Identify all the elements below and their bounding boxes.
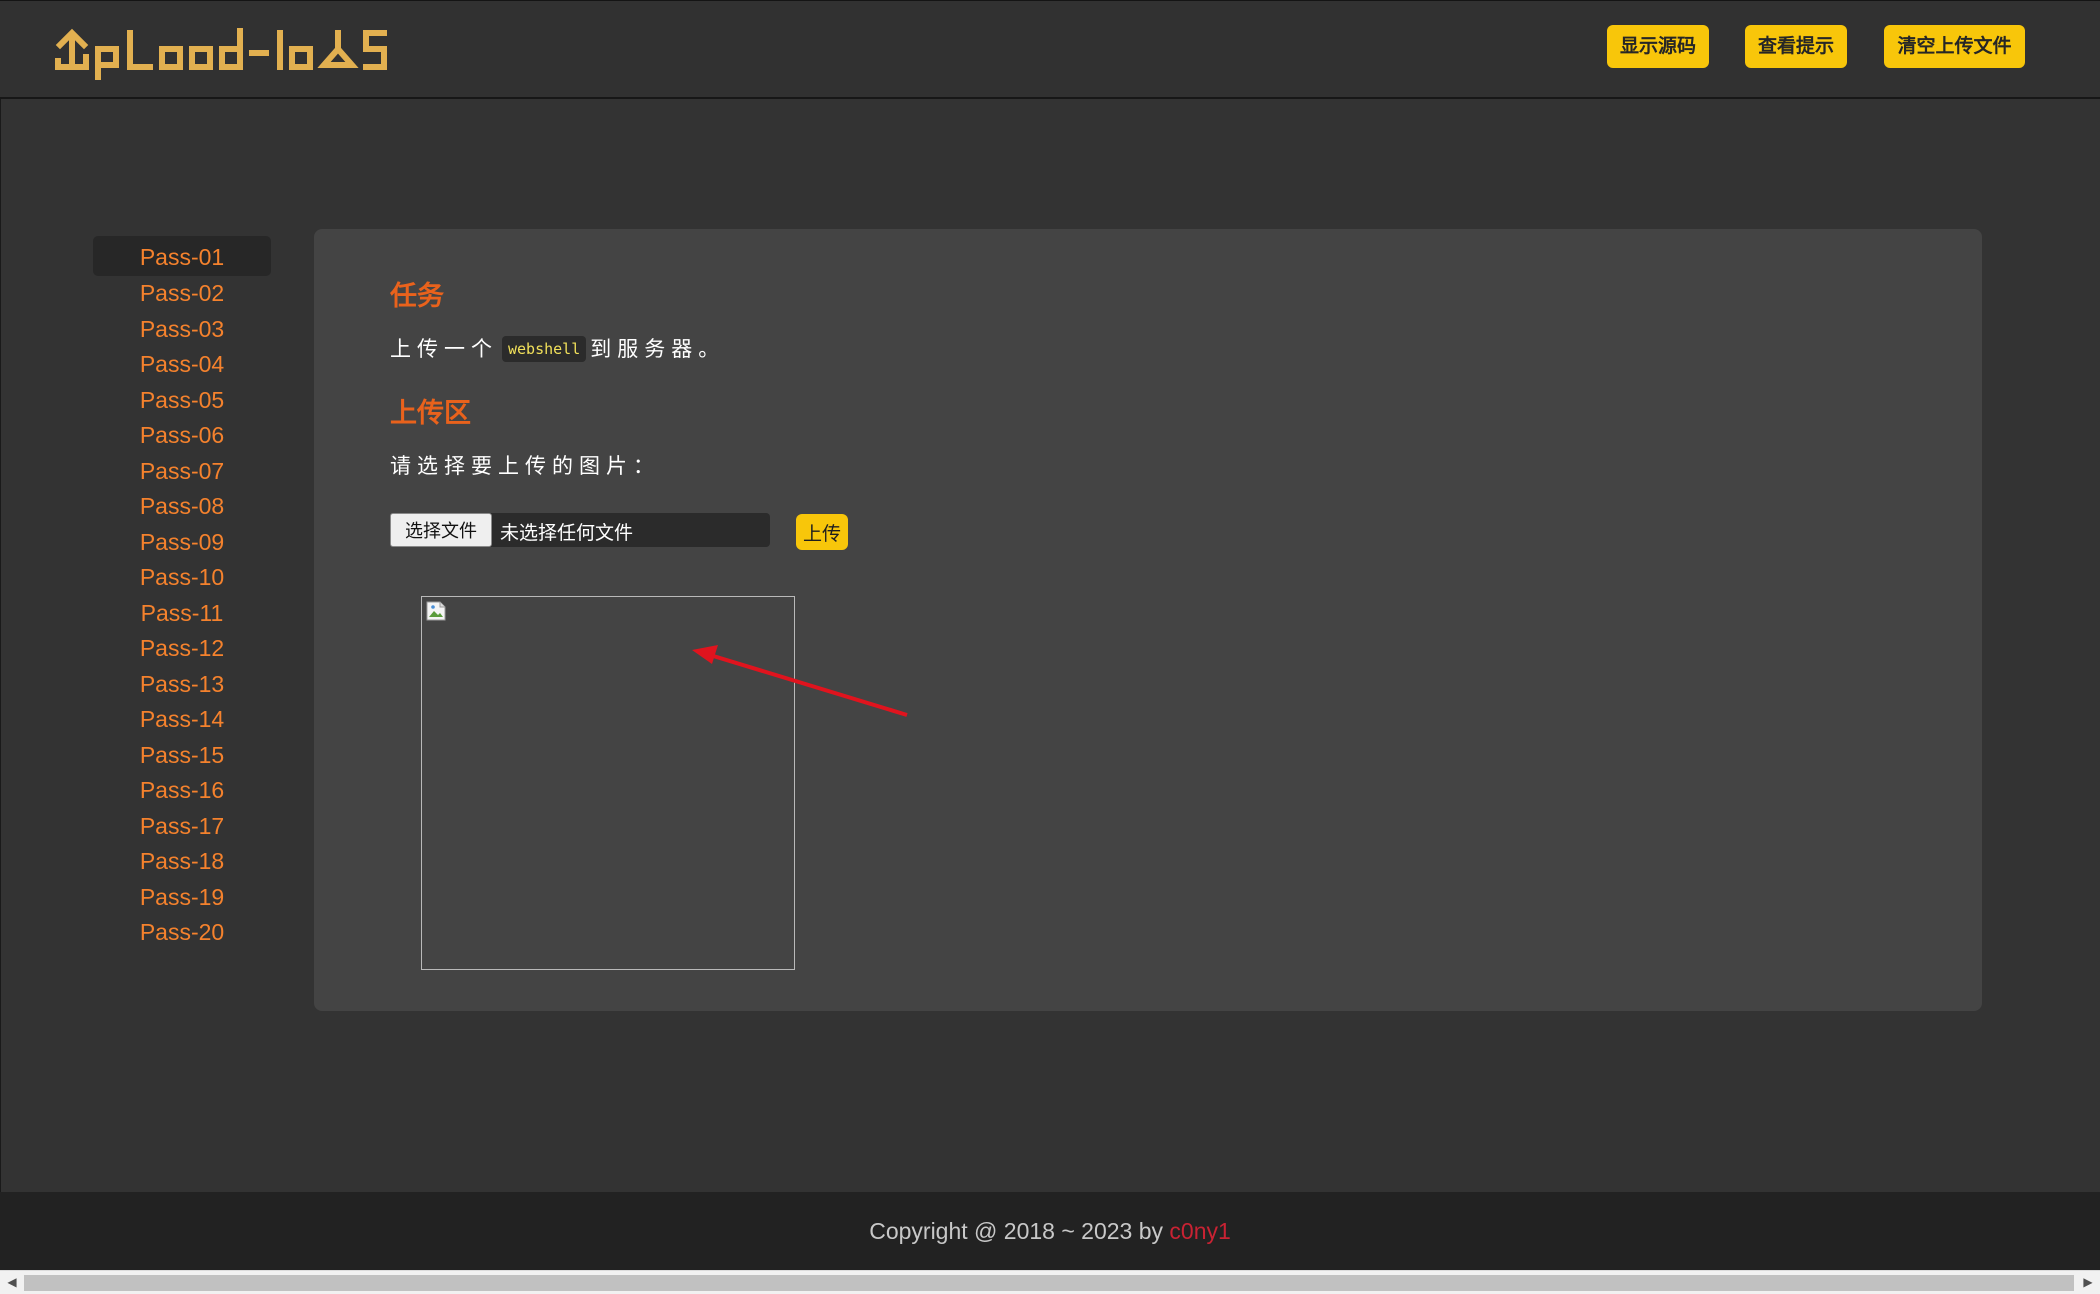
file-input[interactable]: 选择文件 未选择任何文件 — [390, 513, 770, 547]
sidebar-item-pass-04[interactable]: Pass-04 — [93, 347, 271, 383]
sidebar-item-pass-19[interactable]: Pass-19 — [93, 880, 271, 916]
upload-labs-page: 显示源码 查看提示 清空上传文件 Pass-01 Pass-02 Pass-03 Pa… — [0, 0, 2100, 1294]
level-sidebar: Pass-01 Pass-02 Pass-03 Pass-04 Pass-05 Pass-… — [93, 236, 271, 951]
upload-submit-button[interactable]: 上传 — [796, 514, 848, 550]
sidebar-item-pass-13[interactable]: Pass-13 — [93, 667, 271, 703]
sidebar-item-pass-05[interactable]: Pass-05 — [93, 383, 271, 419]
select-image-prompt: 请选择要上传的图片： — [390, 454, 660, 478]
sidebar-item-pass-11[interactable]: Pass-11 — [93, 596, 271, 632]
sidebar-item-pass-12[interactable]: Pass-12 — [93, 631, 271, 667]
sidebar-item-pass-02[interactable]: Pass-02 — [93, 276, 271, 312]
sidebar-item-pass-03[interactable]: Pass-03 — [93, 312, 271, 348]
author-name[interactable]: c0ny1 — [1169, 1218, 1230, 1244]
task-desc-after: 到服务器。 — [590, 337, 726, 361]
main-area: Pass-01 Pass-02 Pass-03 Pass-04 Pass-05 Pass-… — [0, 99, 2100, 1192]
footer: Copyright @ 2018 ~ 2023 by c0ny1 — [0, 1192, 2100, 1270]
sidebar-item-pass-06[interactable]: Pass-06 — [93, 418, 271, 454]
sidebar-item-pass-18[interactable]: Pass-18 — [93, 844, 271, 880]
sidebar-item-pass-17[interactable]: Pass-17 — [93, 809, 271, 845]
view-hint-button[interactable]: 查看提示 — [1745, 25, 1847, 68]
sidebar-item-pass-10[interactable]: Pass-10 — [93, 560, 271, 596]
broken-image-icon — [426, 601, 446, 621]
uploaded-image-preview — [421, 596, 795, 970]
scroll-right-arrow-icon[interactable]: ▶ — [2076, 1271, 2100, 1294]
horizontal-scrollbar[interactable]: ◀ ▶ — [0, 1270, 2100, 1294]
clear-uploads-button[interactable]: 清空上传文件 — [1884, 25, 2025, 68]
copyright-text: Copyright @ 2018 ~ 2023 by — [869, 1218, 1170, 1244]
scroll-left-arrow-icon[interactable]: ◀ — [0, 1271, 24, 1294]
sidebar-item-pass-09[interactable]: Pass-09 — [93, 525, 271, 561]
task-desc-before: 上传一个 — [390, 337, 498, 361]
upload-heading: 上传区 — [390, 398, 471, 429]
no-file-selected-text: 未选择任何文件 — [500, 522, 634, 544]
webshell-code: webshell — [502, 336, 587, 362]
top-header: 显示源码 查看提示 清空上传文件 — [0, 0, 2100, 99]
sidebar-item-pass-15[interactable]: Pass-15 — [93, 738, 271, 774]
sidebar-item-pass-16[interactable]: Pass-16 — [93, 773, 271, 809]
choose-file-button[interactable]: 选择文件 — [390, 513, 492, 547]
sidebar-item-pass-01[interactable]: Pass-01 — [93, 236, 271, 276]
show-source-button[interactable]: 显示源码 — [1607, 25, 1709, 68]
upload-labs-logo[interactable] — [54, 15, 399, 85]
task-description: 上传一个 webshell 到服务器。 — [390, 333, 725, 363]
sidebar-item-pass-14[interactable]: Pass-14 — [93, 702, 271, 738]
sidebar-item-pass-20[interactable]: Pass-20 — [93, 915, 271, 951]
sidebar-item-pass-07[interactable]: Pass-07 — [93, 454, 271, 490]
scrollbar-thumb[interactable] — [24, 1275, 2074, 1291]
content-panel: 任务 上传一个 webshell 到服务器。 上传区 请选择要上传的图片： 选择文件… — [314, 229, 1982, 1011]
sidebar-item-pass-08[interactable]: Pass-08 — [93, 489, 271, 525]
task-heading: 任务 — [390, 281, 444, 312]
